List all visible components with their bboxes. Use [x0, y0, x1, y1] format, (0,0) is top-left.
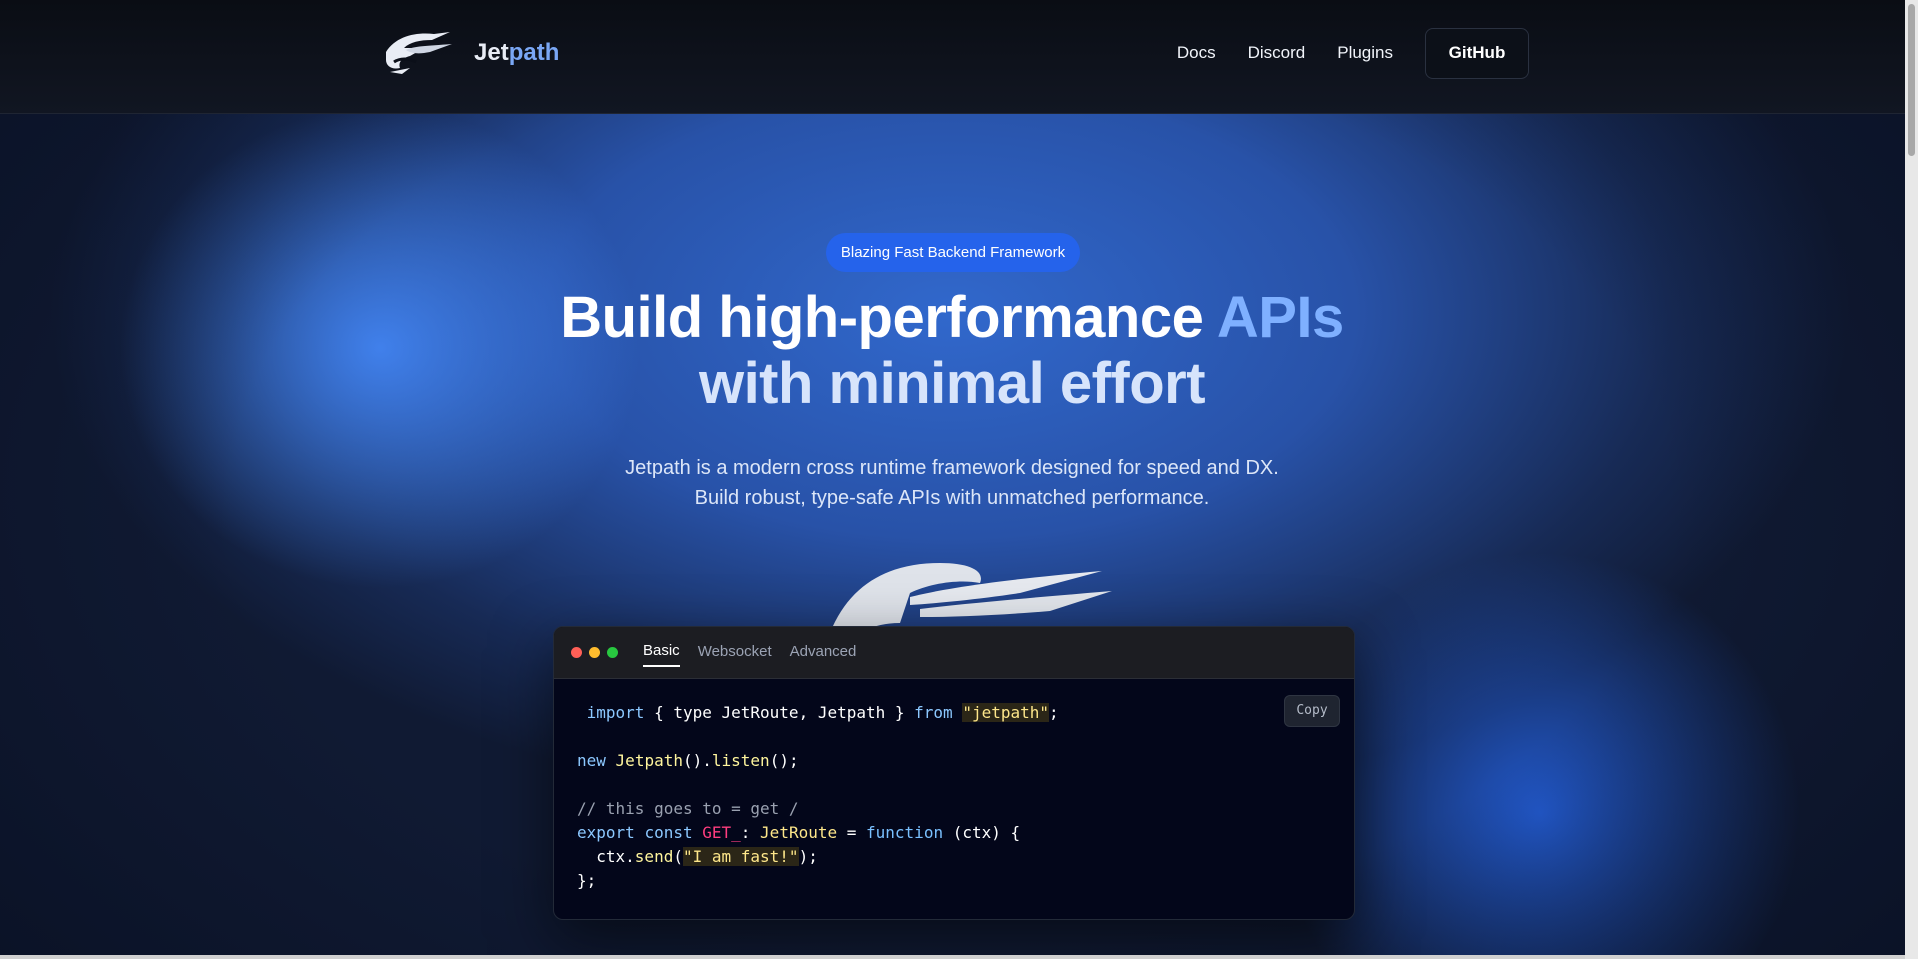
code-line: };: [577, 869, 1331, 893]
copy-code-button[interactable]: Copy: [1284, 695, 1340, 727]
jetpath-logo-icon: [386, 32, 452, 74]
code-token: };: [577, 871, 597, 890]
vertical-scrollbar[interactable]: [1905, 0, 1918, 959]
nav-menu: Docs Discord Plugins GitHub: [1145, 27, 1529, 79]
nav-docs-link[interactable]: Docs: [1177, 43, 1216, 63]
brand-link[interactable]: Jetpath: [380, 28, 559, 78]
code-token: Jetpath: [615, 751, 683, 770]
hero-description-line-1: Jetpath is a modern cross runtime framew…: [625, 457, 1279, 479]
tab-basic[interactable]: Basic: [643, 638, 680, 667]
code-token: =: [837, 823, 867, 842]
code-token: "I am fast!": [682, 847, 799, 866]
horizontal-scrollbar[interactable]: [0, 955, 1905, 959]
code-line: // this goes to = get /: [577, 797, 1331, 821]
code-token: (ctx) {: [943, 823, 1021, 842]
code-token: ;: [1049, 703, 1059, 722]
code-token: "jetpath": [962, 703, 1050, 722]
headline-accent: APIs: [1216, 285, 1344, 350]
nav-plugins-link[interactable]: Plugins: [1337, 43, 1393, 63]
code-token: ctx.: [577, 847, 635, 866]
code-token: // this goes to = get /: [577, 799, 799, 818]
page: Jetpath Docs Discord Plugins GitHub Blaz…: [0, 0, 1918, 959]
scrollbar-thumb[interactable]: [1908, 4, 1915, 156]
hero-description-line-2: Build robust, type-safe APIs with unmatc…: [694, 487, 1210, 509]
code-line: ctx.send("I am fast!");: [577, 845, 1331, 869]
code-example-window: Basic Websocket Advanced Copy import { t…: [553, 626, 1355, 920]
window-maximize-dot-icon: [607, 647, 618, 658]
top-navbar: Jetpath Docs Discord Plugins GitHub: [0, 0, 1905, 114]
code-token: send: [634, 847, 674, 866]
code-token: { type JetRoute, Jetpath }: [644, 703, 915, 722]
brand-name-prefix: Jet: [474, 39, 509, 66]
code-token: listen: [711, 751, 770, 770]
hero-description: Jetpath is a modern cross runtime framew…: [452, 453, 1452, 513]
code-token: import: [586, 703, 645, 722]
code-block: Copy import { type JetRoute, Jetpath } f…: [554, 679, 1354, 915]
tab-advanced[interactable]: Advanced: [790, 639, 857, 666]
headline-line-2: with minimal effort: [698, 351, 1206, 416]
github-button[interactable]: GitHub: [1425, 27, 1529, 79]
code-window-toolbar: Basic Websocket Advanced: [554, 627, 1354, 679]
code-token: const: [644, 823, 693, 842]
code-token: GET_: [702, 823, 741, 842]
nav-discord-link[interactable]: Discord: [1248, 43, 1306, 63]
code-line: import { type JetRoute, Jetpath } from "…: [577, 701, 1331, 725]
headline-part-1: Build high-performance: [560, 285, 1217, 350]
code-token: ();: [769, 751, 799, 770]
brand-name: Jetpath: [474, 39, 559, 67]
tab-websocket[interactable]: Websocket: [698, 639, 772, 666]
code-line: export const GET_: JetRoute = function (…: [577, 821, 1331, 845]
code-token: export: [577, 823, 635, 842]
hero-badge: Blazing Fast Backend Framework: [826, 233, 1080, 272]
hero-headline: Build high-performance APIs with minimal…: [452, 285, 1452, 417]
code-token: new: [577, 751, 606, 770]
code-token: function: [866, 823, 944, 842]
window-close-dot-icon: [571, 647, 582, 658]
window-minimize-dot-icon: [589, 647, 600, 658]
code-token: from: [914, 703, 953, 722]
code-token: :: [740, 823, 761, 842]
code-token: ().: [682, 751, 712, 770]
code-line: new Jetpath().listen();: [577, 749, 1331, 773]
brand-name-suffix: path: [508, 39, 560, 66]
code-token: JetRoute: [760, 823, 838, 842]
code-token: (: [673, 847, 683, 866]
hero-section: Blazing Fast Backend Framework Build hig…: [0, 113, 1905, 959]
code-token: );: [798, 847, 818, 866]
